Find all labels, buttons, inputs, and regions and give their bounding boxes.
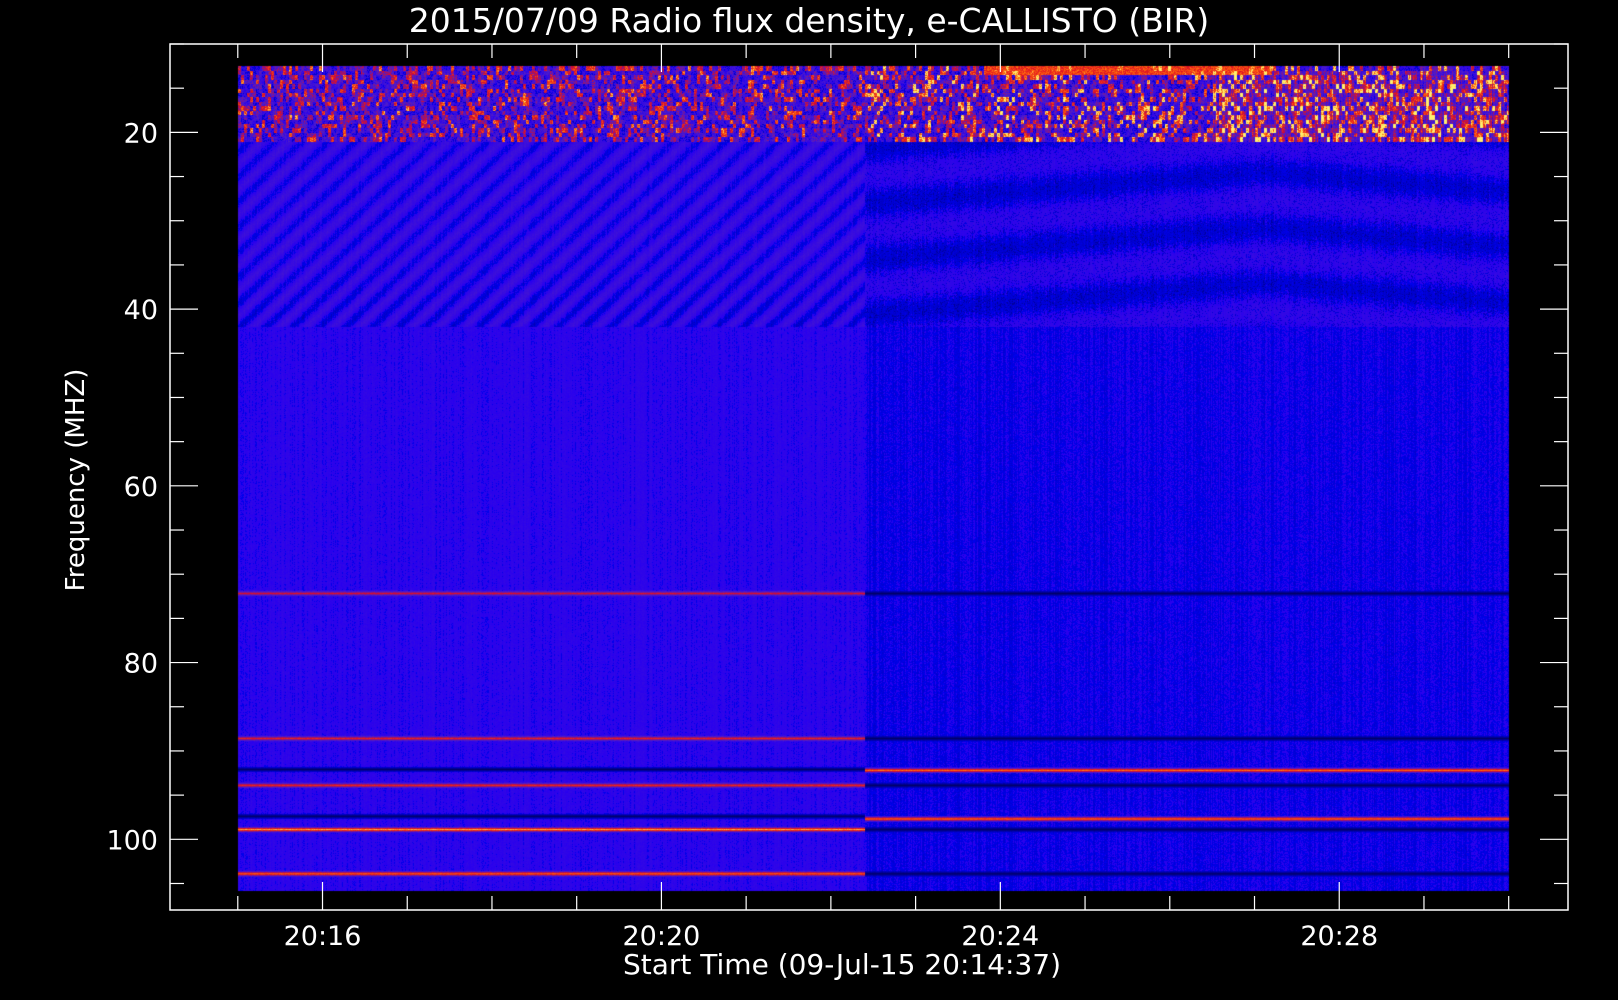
y-tick-label: 20 [124,118,158,149]
chart-title: 2015/07/09 Radio flux density, e-CALLIST… [409,1,1210,40]
y-tick-label: 40 [124,295,158,326]
y-tick-label: 60 [124,472,158,503]
spectrogram-svg: 2040608010020:16 20:20 20:24 20:28 2015/07/… [0,0,1618,1000]
spectrogram-raster-holder [0,0,1618,1000]
x-axis-label: Start Time (09-Jul-15 20:14:37) [623,948,1061,981]
y-axis-label: Frequency (MHZ) [61,369,91,592]
spectrogram-raster [0,0,1618,1000]
y-tick-label: 100 [106,825,158,856]
x-tick-label: 20:16 [284,921,362,952]
x-tick-label: 20:28 [1300,921,1378,952]
y-tick-label: 80 [124,649,158,680]
spectrogram-chart: 20 40 60 80 100 20:16 20:20 20:24 20:28 2015/07/… [0,0,1618,1000]
